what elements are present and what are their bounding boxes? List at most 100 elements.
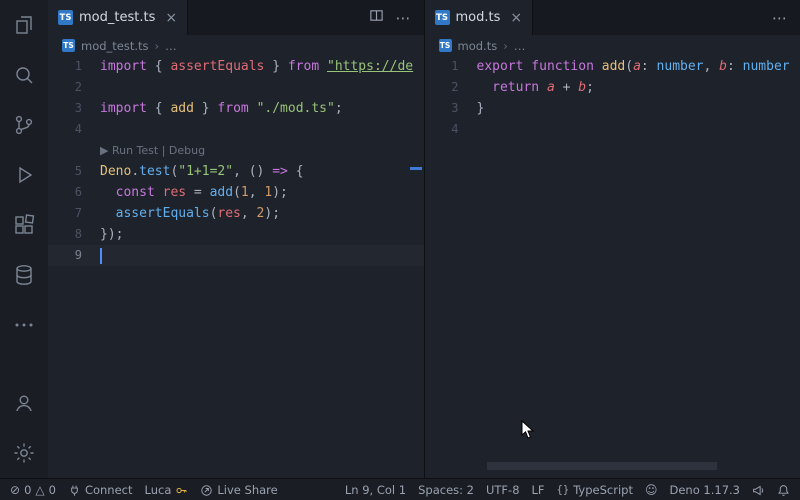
- code-line[interactable]: 3import { add } from "./mod.ts";: [48, 98, 424, 119]
- extensions-icon[interactable]: [0, 200, 48, 250]
- notifications-bell-button[interactable]: [777, 484, 790, 497]
- deno-version-indicator[interactable]: Deno 1.17.3: [670, 483, 741, 497]
- chevron-right-icon: ›: [503, 39, 508, 53]
- line-number: [48, 140, 100, 161]
- code-line[interactable]: 1import { assertEquals } from "https://d…: [48, 56, 424, 77]
- database-icon[interactable]: [0, 250, 48, 300]
- breadcrumb-more[interactable]: …: [514, 39, 526, 53]
- language-mode-indicator[interactable]: {} TypeScript: [557, 483, 633, 497]
- line-number: 3: [48, 98, 100, 119]
- code-line[interactable]: 9: [48, 245, 424, 266]
- eol-indicator[interactable]: LF: [532, 483, 545, 497]
- more-views-icon[interactable]: [0, 300, 48, 350]
- encoding-indicator[interactable]: UTF-8: [486, 483, 520, 497]
- source-control-icon[interactable]: [0, 100, 48, 150]
- typescript-file-icon: TS: [439, 39, 452, 52]
- activity-bar: [0, 0, 48, 478]
- code-text: });: [100, 224, 424, 245]
- breadcrumb-file[interactable]: mod.ts: [458, 39, 498, 53]
- braces-icon: {}: [557, 484, 570, 496]
- explorer-icon[interactable]: [0, 0, 48, 50]
- settings-gear-icon[interactable]: [0, 428, 48, 478]
- code-line[interactable]: 6 const res = add(1, 1);: [48, 182, 424, 203]
- key-icon: [175, 484, 188, 497]
- code-line[interactable]: 4: [425, 119, 800, 140]
- line-number: 6: [48, 182, 100, 203]
- connect-label: Connect: [85, 483, 133, 497]
- bell-icon: [777, 484, 790, 497]
- code-text: [100, 245, 424, 266]
- run-and-debug-icon[interactable]: [0, 150, 48, 200]
- code-text: [100, 77, 424, 98]
- line-number: 3: [425, 98, 477, 119]
- account-icon[interactable]: [0, 378, 48, 428]
- tab-bar-right: TS mod.ts × ⋯: [425, 0, 800, 35]
- code-line[interactable]: 4: [48, 119, 424, 140]
- close-tab-icon[interactable]: ×: [510, 10, 522, 26]
- horizontal-scrollbar[interactable]: [487, 462, 717, 470]
- feedback-megaphone-button[interactable]: [752, 484, 765, 497]
- code-text: const res = add(1, 1);: [100, 182, 424, 203]
- code-text: import { assertEquals } from "https://de: [100, 56, 424, 77]
- editor-group-left: TS mod_test.ts × ⋯ TS mod_test.ts ›: [48, 0, 424, 478]
- codelens-row[interactable]: ▶ Run Test | Debug: [48, 140, 424, 161]
- tab-bar-left: TS mod_test.ts × ⋯: [48, 0, 424, 35]
- chevron-right-icon: ›: [155, 39, 160, 53]
- overview-ruler-cursor-marker: [410, 167, 422, 170]
- code-editor[interactable]: 1import { assertEquals } from "https://d…: [48, 56, 424, 478]
- code-text: Deno.test("1+1=2", () => {: [100, 161, 424, 182]
- code-line[interactable]: 5Deno.test("1+1=2", () => {: [48, 161, 424, 182]
- line-number: 5: [48, 161, 100, 182]
- live-share-button[interactable]: Live Share: [200, 483, 277, 497]
- codelens-actions[interactable]: ▶ Run Test | Debug: [100, 140, 424, 161]
- indentation-indicator[interactable]: Spaces: 2: [418, 483, 474, 497]
- code-editor[interactable]: 1export function add(a: number, b: numbe…: [425, 56, 800, 478]
- line-number: 4: [425, 119, 477, 140]
- code-line[interactable]: 3}: [425, 98, 800, 119]
- search-icon[interactable]: [0, 50, 48, 100]
- editor-group-right: TS mod.ts × ⋯ TS mod.ts › … 1export func…: [424, 0, 800, 478]
- code-line[interactable]: 7 assertEquals(res, 2);: [48, 203, 424, 224]
- user-label: Luca: [145, 483, 172, 497]
- cursor-position-indicator[interactable]: Ln 9, Col 1: [345, 483, 406, 497]
- split-editor-button[interactable]: [369, 8, 384, 27]
- error-icon: ⊘: [10, 483, 20, 497]
- editor-actions-more-button[interactable]: ⋯: [396, 9, 412, 27]
- code-text: import { add } from "./mod.ts";: [100, 98, 424, 119]
- code-line[interactable]: 8});: [48, 224, 424, 245]
- code-text: }: [477, 98, 800, 119]
- tab-mod-ts[interactable]: TS mod.ts ×: [425, 0, 534, 35]
- tab-label: mod.ts: [456, 10, 501, 25]
- warning-count: 0: [49, 483, 56, 497]
- mouse-pointer: [521, 420, 535, 444]
- breadcrumb-file[interactable]: mod_test.ts: [81, 39, 149, 53]
- breadcrumb-more[interactable]: …: [165, 39, 177, 53]
- error-count: 0: [24, 483, 31, 497]
- line-number: 4: [48, 119, 100, 140]
- problems-indicator[interactable]: ⊘ 0 △ 0: [10, 483, 56, 497]
- megaphone-icon: [752, 484, 765, 497]
- live-share-icon: [200, 484, 213, 497]
- code-line[interactable]: 2 return a + b;: [425, 77, 800, 98]
- close-tab-icon[interactable]: ×: [165, 10, 177, 26]
- line-number: 9: [48, 245, 100, 266]
- line-number: 7: [48, 203, 100, 224]
- code-line[interactable]: 2: [48, 77, 424, 98]
- feedback-smiley-button[interactable]: ☺: [645, 483, 658, 497]
- account-status-item[interactable]: Luca: [145, 483, 189, 497]
- tab-mod-test-ts[interactable]: TS mod_test.ts ×: [48, 0, 188, 35]
- tab-label: mod_test.ts: [79, 10, 155, 25]
- editor-actions-more-button[interactable]: ⋯: [772, 9, 788, 27]
- vscode-window: TS mod_test.ts × ⋯ TS mod_test.ts ›: [0, 0, 800, 500]
- typescript-file-icon: TS: [62, 39, 75, 52]
- code-text: assertEquals(res, 2);: [100, 203, 424, 224]
- code-text: return a + b;: [477, 77, 800, 98]
- typescript-file-icon: TS: [58, 10, 73, 25]
- plug-icon: [68, 484, 81, 497]
- typescript-file-icon: TS: [435, 10, 450, 25]
- line-number: 2: [48, 77, 100, 98]
- text-cursor: [100, 248, 102, 264]
- live-share-label: Live Share: [217, 483, 277, 497]
- code-line[interactable]: 1export function add(a: number, b: numbe…: [425, 56, 800, 77]
- liveshare-connect-button[interactable]: Connect: [68, 483, 133, 497]
